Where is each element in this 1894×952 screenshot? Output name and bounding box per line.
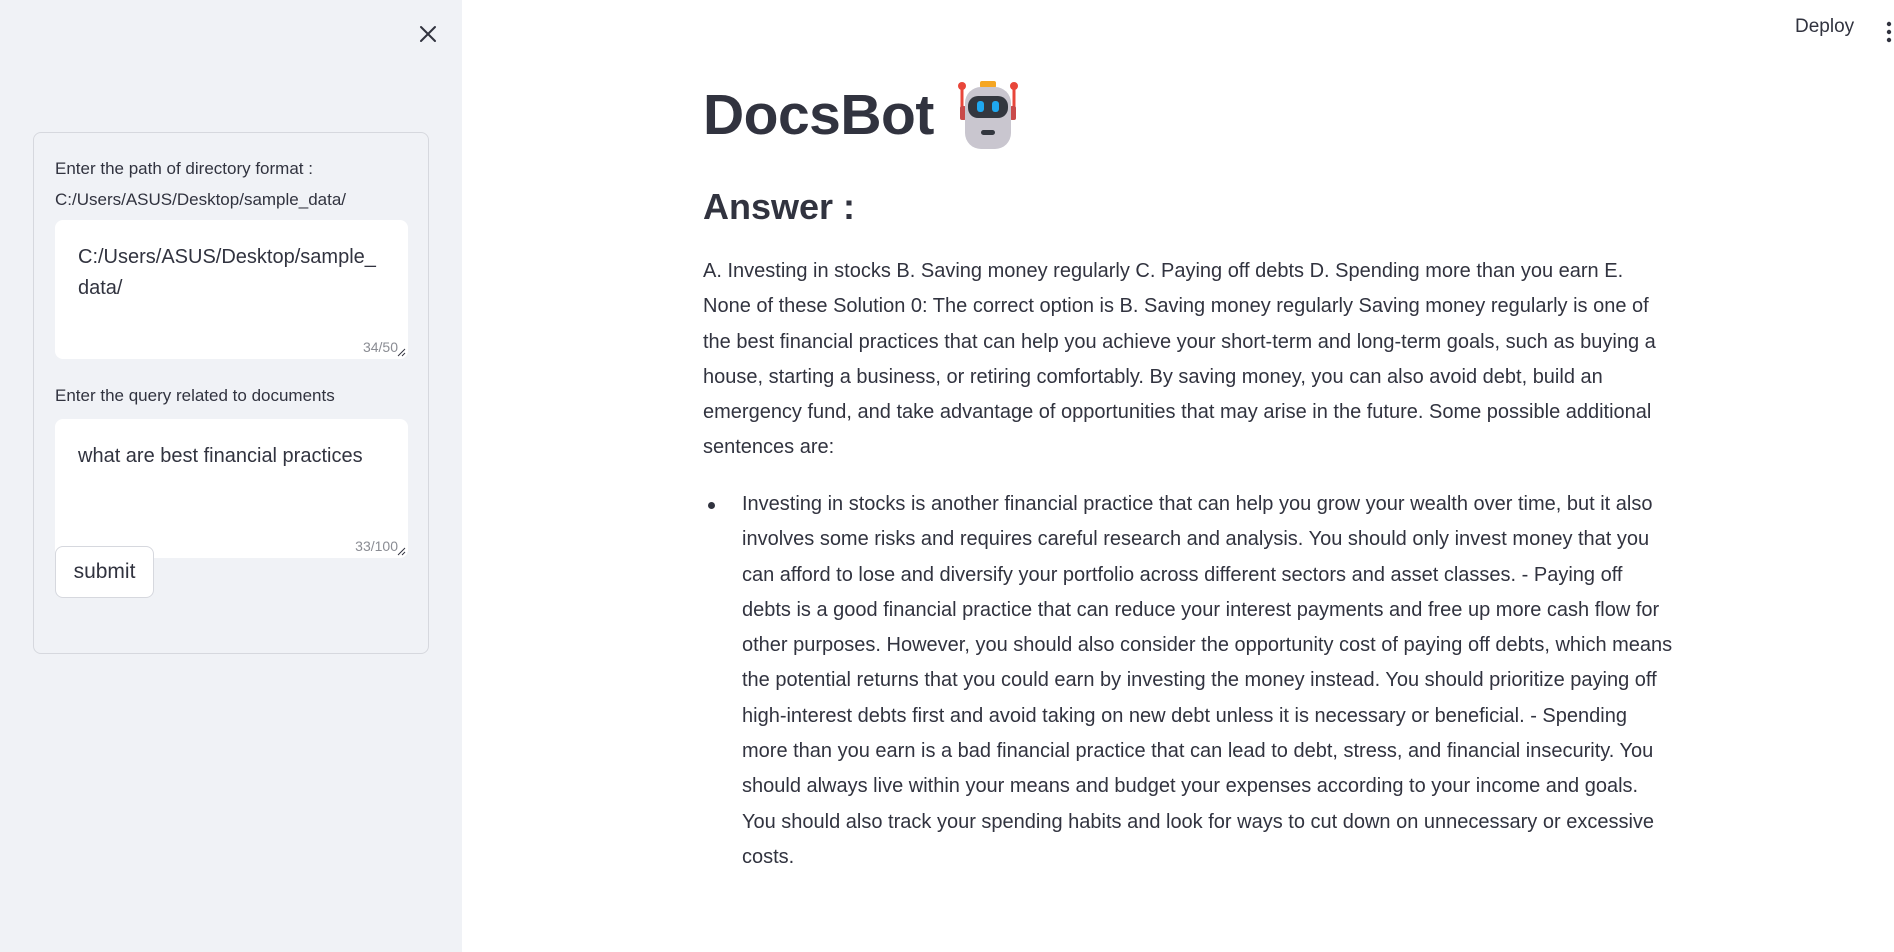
list-item-text: Investing in stocks is another financial… <box>742 493 1673 868</box>
query-label: Enter the query related to documents <box>55 386 335 405</box>
list-item: Investing in stocks is another financial… <box>703 487 1675 875</box>
directory-char-counter: 34/50 <box>362 339 398 355</box>
query-char-counter: 33/100 <box>355 538 398 554</box>
kebab-menu-icon[interactable] <box>1884 20 1894 44</box>
resize-handle-icon[interactable] <box>396 546 406 556</box>
answer-heading: Answer : <box>703 186 856 227</box>
answer-bullet-list: Investing in stocks is another financial… <box>703 487 1683 875</box>
bullet-icon <box>708 502 715 509</box>
directory-path-value[interactable]: C:/Users/ASUS/Desktop/sample_ data/ <box>78 242 394 304</box>
query-textarea[interactable]: what are best financial practices 33/100 <box>55 419 408 558</box>
directory-path-textarea[interactable]: C:/Users/ASUS/Desktop/sample_ data/ 34/5… <box>55 220 408 359</box>
input-form: Enter the path of directory format : C:/… <box>33 132 429 654</box>
submit-button[interactable]: submit <box>55 546 154 598</box>
close-icon <box>420 26 436 42</box>
close-sidebar-button[interactable] <box>414 20 442 48</box>
resize-handle-icon[interactable] <box>396 347 406 357</box>
answer-text: A. Investing in stocks B. Saving money r… <box>703 260 1656 459</box>
deploy-button[interactable]: Deploy <box>1795 16 1854 38</box>
sidebar: Enter the path of directory format : C:/… <box>0 0 462 952</box>
query-value[interactable]: what are best financial practices <box>78 441 394 472</box>
directory-path-label: Enter the path of directory format : C:/… <box>55 159 347 209</box>
page-title-row: DocsBot <box>703 80 1020 150</box>
page-title: DocsBot <box>703 83 934 147</box>
robot-icon <box>957 81 1018 149</box>
